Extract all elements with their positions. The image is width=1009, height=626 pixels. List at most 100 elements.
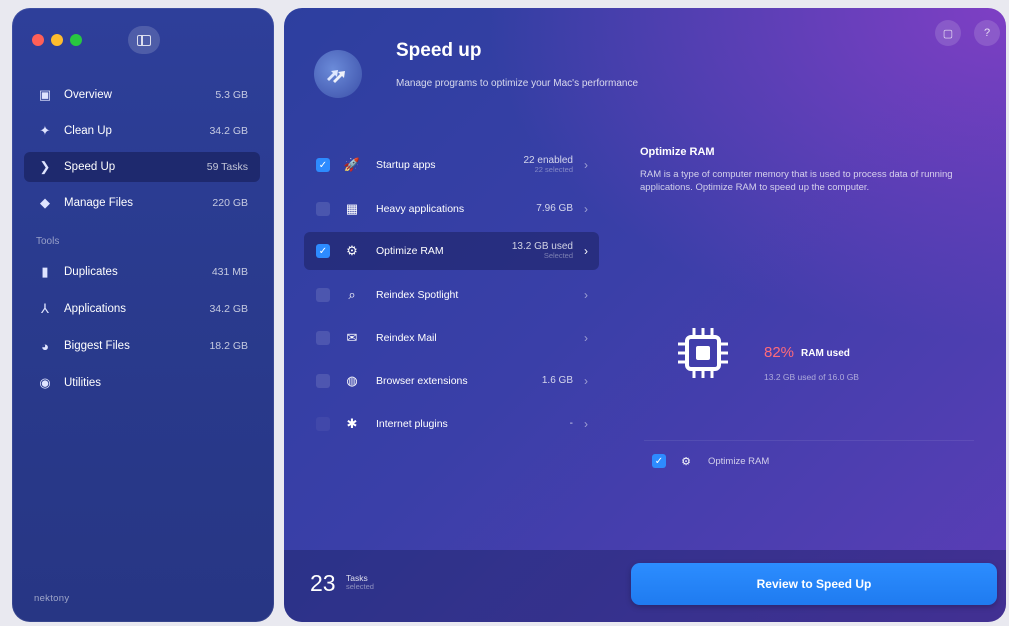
task-row-reindex-spotlight[interactable]: ⌕ Reindex Spotlight ›: [304, 276, 599, 314]
task-checkbox[interactable]: ✓: [316, 158, 330, 172]
task-checkbox[interactable]: [316, 331, 330, 345]
task-row-internet-plugins[interactable]: ✱ Internet plugins - ›: [304, 405, 599, 443]
ram-usage-detail: 13.2 GB used of 16.0 GB: [764, 372, 859, 382]
task-row-browser-extensions[interactable]: ◍ Browser extensions 1.6 GB ›: [304, 362, 599, 400]
sidebar-item-value: 5.3 GB: [215, 89, 248, 101]
task-value: 13.2 GB used Selected: [512, 241, 573, 261]
ram-chip-icon: [678, 328, 728, 378]
chip-icon: ⚙: [681, 455, 691, 468]
sidebar-toggle-button[interactable]: [128, 26, 160, 54]
sidebar-item-value: 59 Tasks: [206, 161, 248, 173]
close-button[interactable]: [32, 34, 44, 46]
chevron-right-icon: ›: [584, 288, 588, 302]
sidebar-item-label: Manage Files: [64, 197, 134, 209]
task-label: Optimize RAM: [376, 245, 444, 257]
sidebar-item-overview[interactable]: ▣ Overview 5.3 GB: [24, 80, 260, 110]
app-window: ▣ Overview 5.3 GB ✦ Clean Up 34.2 GB ❯ S…: [0, 0, 1009, 626]
sidebar-item-label: Speed Up: [64, 161, 116, 173]
sidebar-item-duplicates[interactable]: ▮ Duplicates 431 MB: [24, 257, 260, 287]
task-value-main: 22 enabled: [523, 154, 574, 166]
sidebar-item-applications[interactable]: ⅄ Applications 34.2 GB: [24, 294, 260, 324]
broom-icon: ✦: [39, 123, 51, 138]
task-label: Browser extensions: [376, 375, 468, 387]
task-row-optimize-ram[interactable]: ✓ ⚙ Optimize RAM 13.2 GB used Selected ›: [304, 232, 599, 270]
help-button[interactable]: ?: [974, 20, 1000, 46]
footer-bar: 23 Tasks selected Review to Speed Up: [284, 550, 1006, 622]
task-label: Reindex Spotlight: [376, 289, 459, 301]
sidebar-item-label: Applications: [64, 303, 127, 315]
applications-icon: ⅄: [41, 301, 49, 316]
chip-icon: ⚙: [346, 243, 358, 258]
chevron-right-icon: ›: [584, 374, 588, 388]
search-icon: ⌕: [348, 287, 356, 302]
sidebar-item-label: Clean Up: [64, 125, 112, 137]
task-checkbox[interactable]: ✓: [316, 244, 330, 258]
puzzle-icon: ✱: [346, 416, 358, 431]
sidebar-item-value: 431 MB: [211, 266, 248, 278]
sidebar-item-utilities[interactable]: ◉ Utilities: [24, 368, 260, 398]
sidebar-toggle-icon: [137, 34, 151, 46]
sidebar-item-label: Utilities: [64, 377, 102, 389]
minimize-button[interactable]: [51, 34, 63, 46]
chevron-right-icon: ›: [584, 202, 588, 216]
optimize-ram-option[interactable]: ✓ ⚙ Optimize RAM: [652, 454, 769, 468]
task-label: Heavy applications: [376, 203, 465, 215]
sidebar-item-value: 220 GB: [212, 197, 248, 209]
task-label: Startup apps: [376, 159, 436, 171]
window-controls: [32, 34, 82, 46]
option-label: Optimize RAM: [708, 455, 770, 467]
task-value-sub: Selected: [543, 251, 573, 261]
selected-count-label: Tasks selected: [346, 573, 374, 592]
question-icon: ?: [983, 27, 991, 39]
tools-section-label: Tools: [36, 236, 60, 247]
utilities-icon: ◉: [39, 375, 51, 390]
chevron-right-icon: ›: [584, 244, 588, 258]
task-value: -: [569, 418, 573, 430]
task-value-main: 13.2 GB used: [511, 240, 573, 252]
page-title: Speed up: [396, 40, 482, 61]
sidebar-item-value: 34.2 GB: [209, 125, 248, 137]
selected-task-count: 23: [310, 570, 336, 596]
task-checkbox[interactable]: [316, 202, 330, 216]
rocket-icon: 🚀: [343, 157, 361, 172]
feedback-button[interactable]: ▢: [935, 20, 961, 46]
pie-icon: ◕: [41, 338, 49, 354]
task-row-heavy-applications[interactable]: ▦ Heavy applications 7.96 GB ›: [304, 190, 599, 228]
speed-up-hero-icon: [314, 50, 362, 98]
count-label-sub: selected: [346, 582, 374, 592]
apps-grid-icon: ▦: [345, 201, 359, 216]
chevron-right-icon: ›: [584, 158, 588, 172]
optimize-ram-checkbox[interactable]: ✓: [652, 454, 666, 468]
duplicates-icon: ▮: [41, 264, 49, 279]
sidebar-item-biggest-files[interactable]: ◕ Biggest Files 18.2 GB: [24, 331, 260, 361]
task-value: 7.96 GB: [536, 203, 573, 215]
task-checkbox: [316, 417, 330, 431]
task-label: Reindex Mail: [376, 332, 437, 344]
chat-bubble-icon: ▢: [942, 27, 954, 40]
speed-arrows-icon: ❯: [39, 159, 51, 174]
sidebar-item-value: 34.2 GB: [209, 303, 248, 315]
files-icon: ◆: [40, 195, 50, 210]
chevron-right-icon: ›: [584, 417, 588, 431]
divider: [644, 440, 974, 441]
sidebar-item-clean-up[interactable]: ✦ Clean Up 34.2 GB: [24, 116, 260, 146]
ram-percent: 82%: [764, 344, 795, 361]
sidebar-item-label: Biggest Files: [64, 340, 130, 352]
sidebar-item-label: Duplicates: [64, 266, 118, 278]
task-value: 1.6 GB: [541, 375, 573, 387]
detail-title: Optimize RAM: [640, 146, 715, 158]
detail-description: RAM is a type of computer memory that is…: [640, 169, 953, 194]
task-checkbox[interactable]: [316, 288, 330, 302]
task-row-startup-apps[interactable]: ✓ 🚀 Startup apps 22 enabled 22 selected …: [304, 146, 599, 184]
speed-arrows-icon: [327, 70, 345, 83]
sidebar-item-value: 18.2 GB: [209, 340, 248, 352]
task-checkbox[interactable]: [316, 374, 330, 388]
sidebar-item-speed-up[interactable]: ❯ Speed Up 59 Tasks: [24, 152, 260, 182]
task-value-sub: 22 selected: [534, 165, 573, 175]
review-to-speed-up-button[interactable]: Review to Speed Up: [631, 563, 997, 605]
task-value: 22 enabled 22 selected: [524, 155, 574, 175]
task-row-reindex-mail[interactable]: ✉ Reindex Mail ›: [304, 319, 599, 357]
sidebar-item-manage-files[interactable]: ◆ Manage Files 220 GB: [24, 188, 260, 218]
sidebar-item-label: Overview: [64, 89, 112, 101]
zoom-button[interactable]: [70, 34, 82, 46]
